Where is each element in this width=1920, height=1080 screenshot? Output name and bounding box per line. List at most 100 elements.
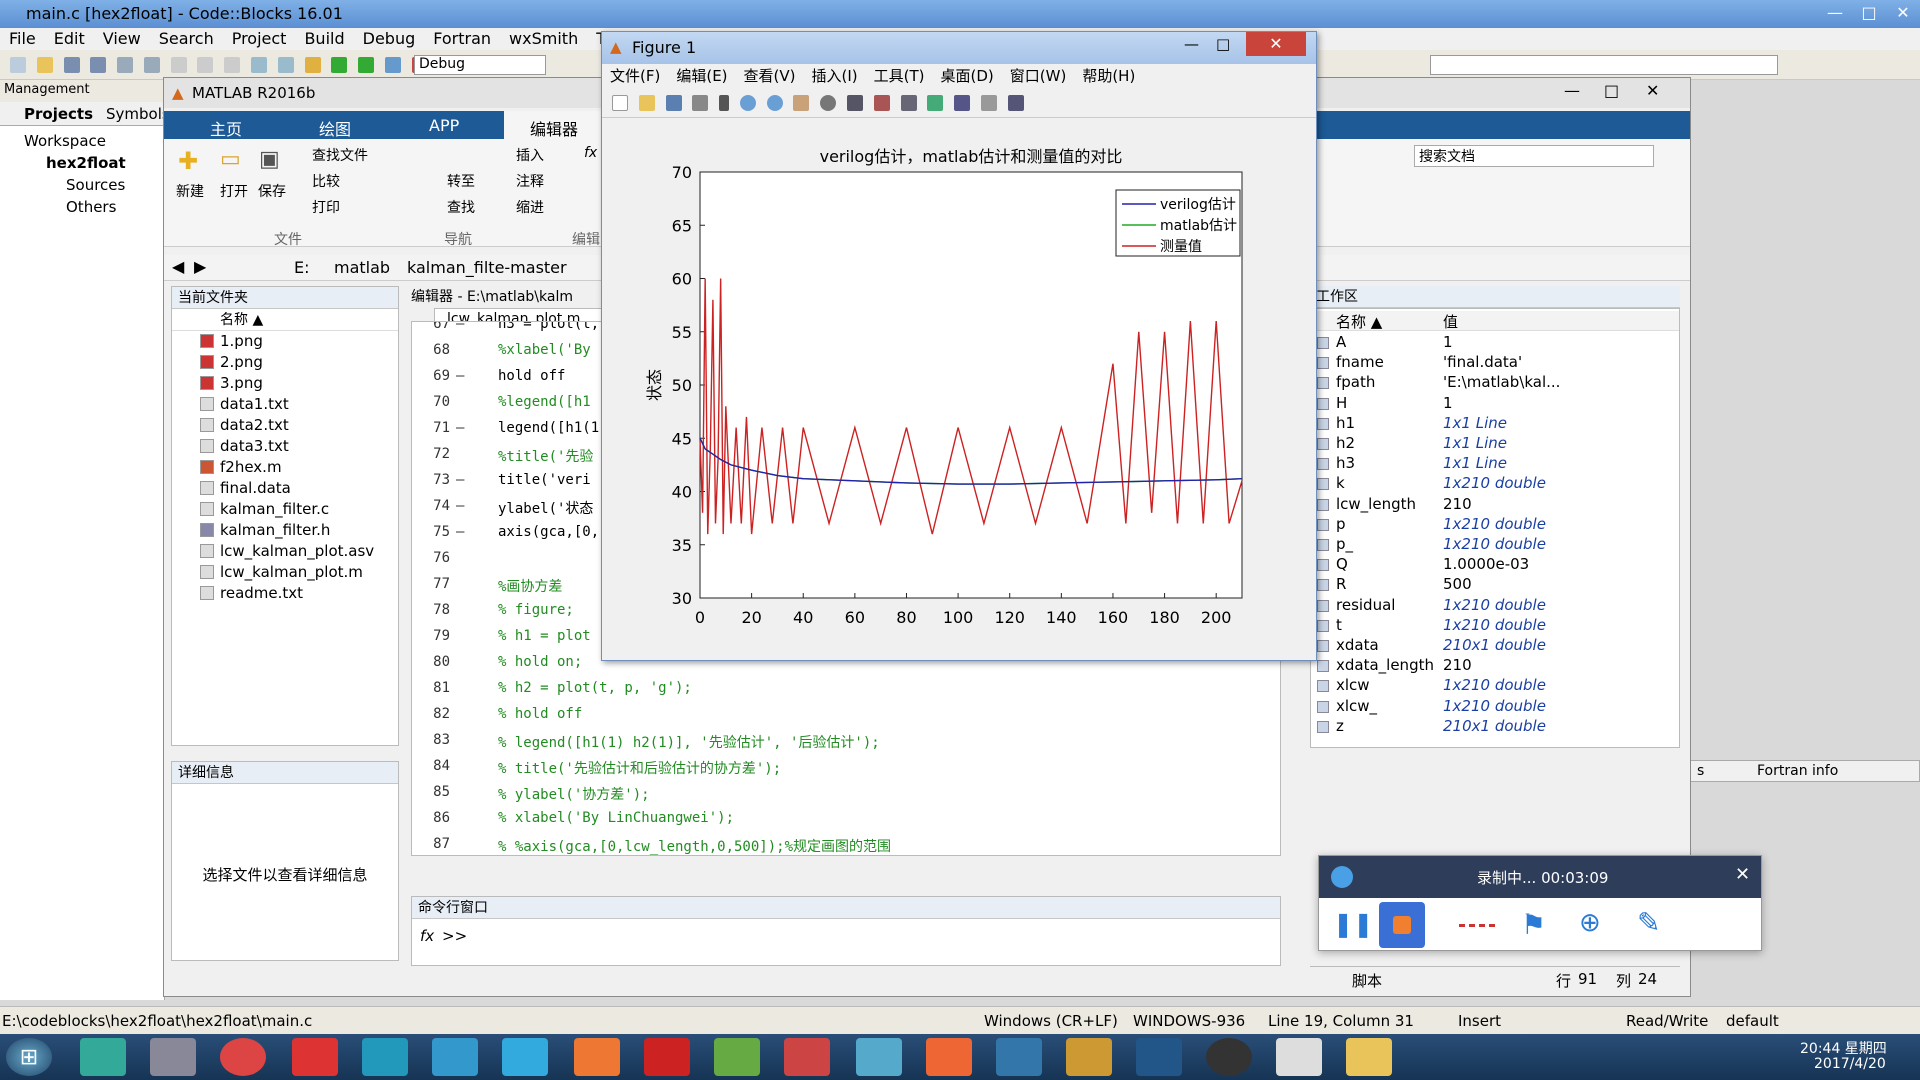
show-tools-icon[interactable]: [1007, 95, 1024, 111]
ribbon-compare[interactable]: 比较: [312, 171, 340, 191]
run-icon[interactable]: [331, 57, 348, 73]
tree-project[interactable]: hex2float: [46, 154, 126, 172]
figure-menu-item[interactable]: 桌面(D): [941, 67, 994, 85]
pointer-icon[interactable]: [719, 95, 730, 111]
file-item[interactable]: lcw_kalman_plot.asv: [172, 541, 398, 562]
build-icon[interactable]: [304, 57, 321, 73]
cut-icon[interactable]: [170, 57, 187, 73]
colorbar-icon[interactable]: [927, 95, 944, 111]
breakpoint-marker[interactable]: —: [456, 524, 464, 540]
undo-icon[interactable]: [117, 57, 134, 73]
print-icon[interactable]: [692, 95, 709, 111]
workspace-row[interactable]: xdata 210x1 double: [1311, 636, 1679, 656]
close-icon[interactable]: ✕: [1886, 2, 1920, 24]
workspace-row[interactable]: A1: [1311, 333, 1679, 353]
save-disk-icon[interactable]: ▣: [259, 147, 280, 172]
file-item[interactable]: data3.txt: [172, 436, 398, 457]
ribbon-fx[interactable]: fx: [584, 145, 597, 161]
doc-search-input[interactable]: 搜索文档: [1414, 145, 1654, 167]
file-item[interactable]: f2hex.m: [172, 457, 398, 478]
find-icon[interactable]: [251, 57, 268, 73]
ribbon-open[interactable]: 打开: [220, 181, 248, 201]
path-folder[interactable]: kalman_filte-master: [407, 258, 567, 277]
workspace-row[interactable]: R 500: [1311, 575, 1679, 595]
ribbon-print[interactable]: 打印: [312, 197, 340, 217]
taskbar-app-icon[interactable]: [644, 1038, 690, 1076]
breakpoint-marker[interactable]: —: [456, 368, 464, 384]
legend-icon[interactable]: [954, 95, 971, 111]
workspace-row[interactable]: k 1x210 double: [1311, 474, 1679, 494]
rebuild-icon[interactable]: [384, 57, 401, 73]
taskbar-app-icon[interactable]: [362, 1038, 408, 1076]
menu-item[interactable]: Search: [159, 29, 214, 48]
tree-others[interactable]: Others: [66, 198, 116, 216]
brush-icon[interactable]: [873, 95, 890, 111]
taskbar-app-icon[interactable]: [80, 1038, 126, 1076]
figure-menu-item[interactable]: 文件(F): [610, 67, 660, 85]
code-completion-select[interactable]: [1430, 55, 1778, 75]
visio-icon[interactable]: [1136, 1038, 1182, 1076]
menu-item[interactable]: File: [9, 29, 36, 48]
workspace-row[interactable]: p 1x210 double: [1311, 515, 1679, 535]
taskbar-app-icon[interactable]: [714, 1038, 760, 1076]
ws-col-value[interactable]: 值: [1443, 311, 1458, 332]
figure-menu-item[interactable]: 查看(V): [744, 67, 796, 85]
clock-time[interactable]: 20:44 星期四: [1800, 1038, 1887, 1058]
workspace-row[interactable]: xdata_length 210: [1311, 656, 1679, 676]
file-item[interactable]: 1.png: [172, 331, 398, 352]
tree-workspace[interactable]: Workspace: [24, 132, 106, 150]
file-item[interactable]: readme.txt: [172, 583, 398, 604]
workspace-row[interactable]: z 210x1 double: [1311, 717, 1679, 737]
workspace-row[interactable]: xlcw 1x210 double: [1311, 676, 1679, 696]
file-item[interactable]: kalman_filter.c: [172, 499, 398, 520]
path-drive[interactable]: E:: [294, 258, 310, 277]
workspace-row[interactable]: Q 1.0000e-03: [1311, 555, 1679, 575]
maximize-icon[interactable]: □: [1852, 2, 1886, 24]
ribbon-insert[interactable]: 插入: [516, 145, 544, 165]
file-item[interactable]: lcw_kalman_plot.m: [172, 562, 398, 583]
figure-menu-item[interactable]: 工具(T): [874, 67, 925, 85]
menu-item[interactable]: Debug: [363, 29, 416, 48]
workspace-row[interactable]: xlcw_ 1x210 double: [1311, 697, 1679, 717]
pen-icon[interactable]: ✎: [1637, 906, 1660, 939]
file-item[interactable]: 2.png: [172, 352, 398, 373]
annotate-icon[interactable]: ⚑: [1521, 908, 1546, 941]
ribbon-comment[interactable]: 注释: [516, 171, 544, 191]
data-cursor-icon[interactable]: [847, 95, 864, 111]
tab-projects[interactable]: Projects: [24, 105, 93, 123]
build-target-select[interactable]: Debug: [414, 55, 546, 75]
save-all-icon[interactable]: [90, 57, 107, 73]
command-window[interactable]: 命令行窗口 fx >>: [411, 896, 1281, 966]
tab-apps[interactable]: APP: [429, 116, 459, 135]
ribbon-goto[interactable]: 转至: [447, 171, 475, 191]
path-matlab[interactable]: matlab: [334, 258, 390, 277]
new-icon[interactable]: ✚: [178, 147, 198, 175]
webcam-icon[interactable]: ⊕: [1579, 908, 1601, 938]
ws-col-name[interactable]: 名称 ▲: [1336, 311, 1382, 332]
start-button-icon[interactable]: ⊞: [6, 1038, 52, 1076]
taskbar-app-icon[interactable]: [1066, 1038, 1112, 1076]
open-file-icon[interactable]: [638, 95, 655, 111]
figure-close-icon[interactable]: ✕: [1246, 32, 1306, 56]
tab-home[interactable]: 主页: [210, 116, 242, 140]
explorer-icon[interactable]: [1346, 1038, 1392, 1076]
workspace-row[interactable]: h2 1x1 Line: [1311, 434, 1679, 454]
pan-icon[interactable]: [793, 95, 810, 111]
figure-menu-item[interactable]: 窗口(W): [1010, 67, 1067, 85]
tab-fortran-info[interactable]: Fortran info: [1757, 763, 1838, 779]
ribbon-new[interactable]: 新建: [176, 181, 204, 201]
figure-menu-item[interactable]: 编辑(E): [676, 67, 727, 85]
pause-icon[interactable]: ❚❚: [1333, 910, 1373, 938]
menu-item[interactable]: Build: [304, 29, 344, 48]
taskbar-app-icon[interactable]: [1276, 1038, 1322, 1076]
menu-item[interactable]: wxSmith: [509, 29, 578, 48]
workspace-row[interactable]: fpath 'E:\matlab\kal...: [1311, 373, 1679, 393]
file-item[interactable]: kalman_filter.h: [172, 520, 398, 541]
figure-max-icon[interactable]: □: [1216, 35, 1230, 53]
taskbar-app-icon[interactable]: [432, 1038, 478, 1076]
breakpoint-marker[interactable]: —: [456, 420, 464, 436]
figure-menu-item[interactable]: 帮助(H): [1082, 67, 1135, 85]
workspace-row[interactable]: h1 1x1 Line: [1311, 414, 1679, 434]
zoom-out-icon[interactable]: [766, 95, 783, 111]
pdf-icon[interactable]: [574, 1038, 620, 1076]
